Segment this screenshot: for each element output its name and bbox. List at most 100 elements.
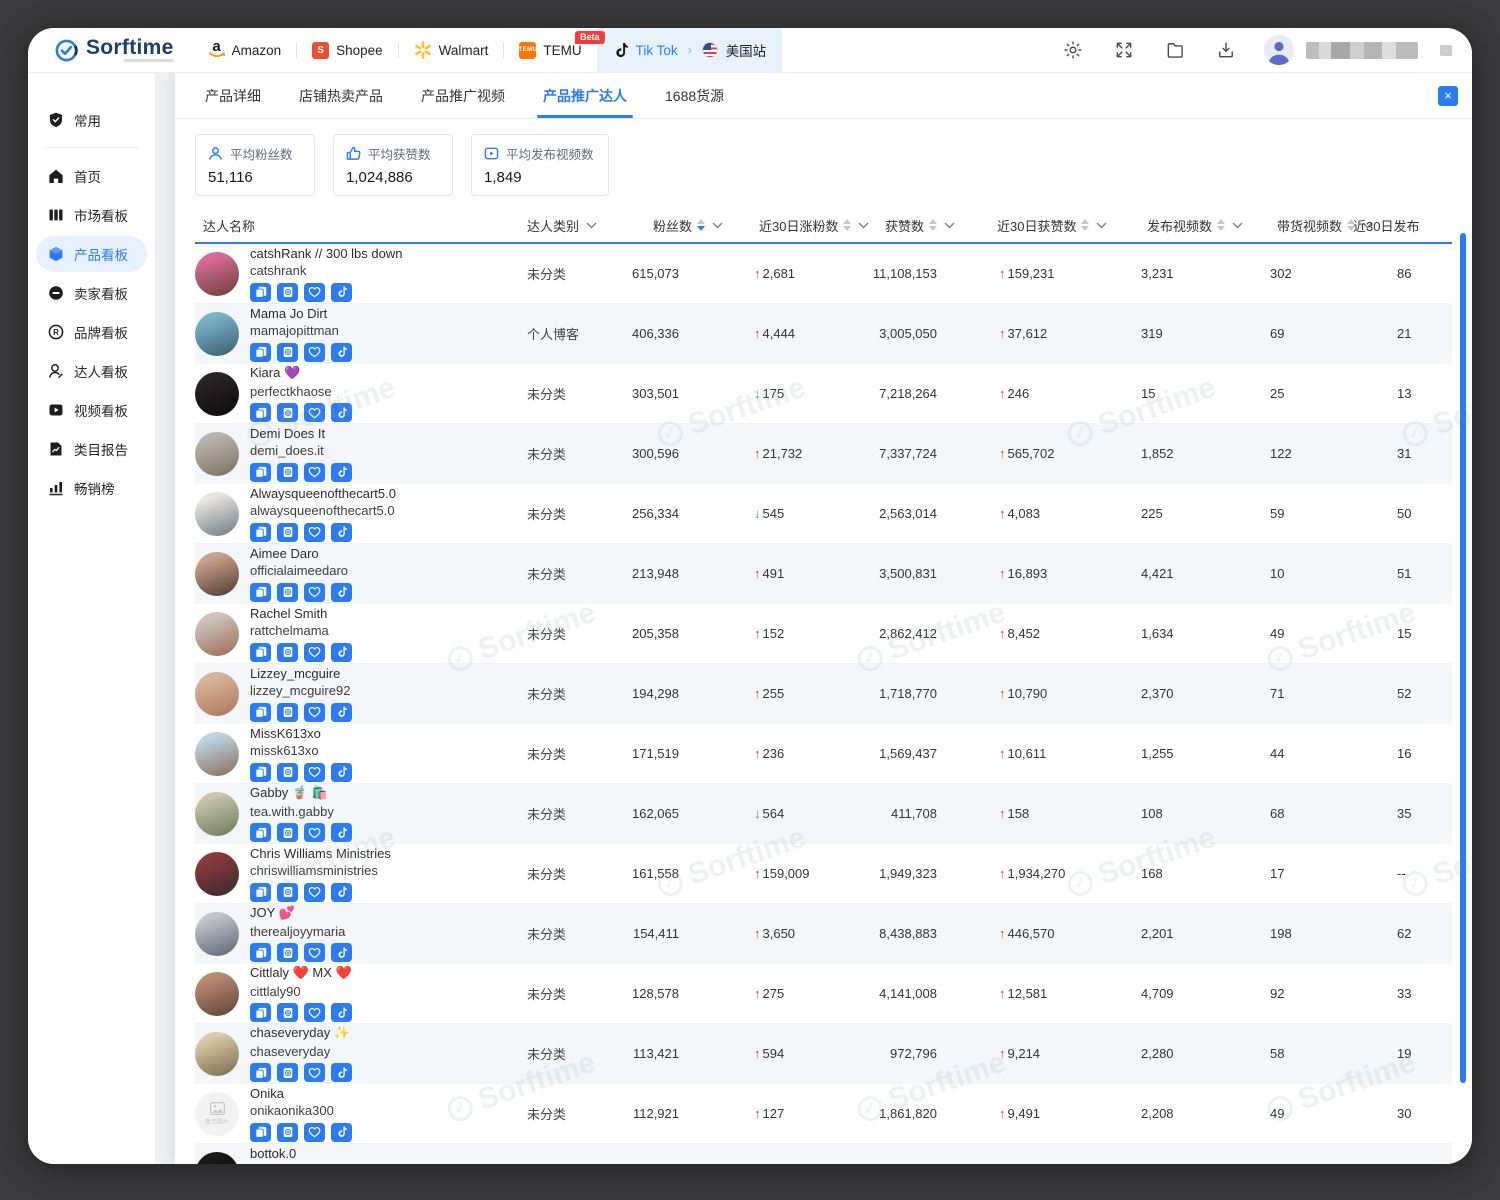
duplicate-icon[interactable] [277,643,298,662]
table-row[interactable]: catshRank // 300 lbs down catshrank 未分类 … [195,244,1452,304]
tab-promo-influencers[interactable]: 产品推广达人 [543,73,627,118]
table-row[interactable]: MissK613xo missk613xo 未分类 171,519 ↑236 1… [195,724,1452,784]
avatar[interactable] [195,972,239,1016]
influencer-handle[interactable]: cittlaly90 [250,984,352,999]
favorite-heart-icon[interactable] [304,463,325,482]
favorite-heart-icon[interactable] [304,523,325,542]
favorite-heart-icon[interactable] [304,943,325,962]
sidebar-item-bestsellers[interactable]: 畅销榜 [36,470,147,506]
fullscreen-icon[interactable] [1114,40,1134,60]
tiktok-link-icon[interactable] [331,883,352,902]
tiktok-link-icon[interactable] [331,763,352,782]
nav-amazon[interactable]: a Amazon [194,28,297,72]
favorite-heart-icon[interactable] [304,883,325,902]
influencer-name[interactable]: chaseveryday ✨ [250,1025,352,1041]
copy-icon[interactable] [250,883,271,902]
duplicate-icon[interactable] [277,343,298,362]
table-row[interactable]: Demi Does It demi_does.it 未分类 300,596 ↑2… [195,424,1452,484]
table-row[interactable]: Lizzey_mcguire lizzey_mcguire92 未分类 194,… [195,664,1452,724]
influencer-name[interactable]: Cittlaly ❤️ MX ❤️ [250,965,352,981]
avatar[interactable] [195,852,239,896]
influencer-handle[interactable]: lizzey_mcguire92 [250,683,352,698]
influencer-name[interactable]: Aimee Daro [250,546,352,561]
influencer-handle[interactable]: alwaysqueenofthecart5.0 [250,503,396,518]
favorite-heart-icon[interactable] [304,643,325,662]
col-published-videos[interactable]: 发布视频数 [1135,216,1255,235]
influencer-name[interactable]: Chris Williams Ministries [250,846,391,861]
nav-temu[interactable]: TEMU TEMU Beta [504,28,596,72]
avatar[interactable] [195,912,239,956]
table-row[interactable]: Alwaysqueenofthecart5.0 alwaysqueenofthe… [195,484,1452,544]
influencer-name[interactable]: Alwaysqueenofthecart5.0 [250,486,396,501]
favorite-heart-icon[interactable] [304,583,325,602]
avatar[interactable] [195,672,239,716]
tiktok-link-icon[interactable] [331,583,352,602]
copy-icon[interactable] [250,1063,271,1082]
avatar[interactable] [195,252,239,296]
favorite-heart-icon[interactable] [304,703,325,722]
tiktok-link-icon[interactable] [331,403,352,422]
sidebar-item-home[interactable]: 首页 [36,158,147,194]
favorite-heart-icon[interactable] [304,403,325,422]
sorftime-logo[interactable]: Sorftime [54,38,174,63]
favorite-heart-icon[interactable] [304,343,325,362]
username-censored[interactable] [1306,42,1418,59]
duplicate-icon[interactable] [277,1003,298,1022]
favorite-heart-icon[interactable] [304,1003,325,1022]
duplicate-icon[interactable] [277,883,298,902]
influencer-handle[interactable]: missk613xo [250,743,352,758]
user-menu[interactable] [1264,35,1472,65]
influencer-handle[interactable]: perfectkhaose [250,384,352,399]
copy-icon[interactable] [250,1003,271,1022]
duplicate-icon[interactable] [277,943,298,962]
influencer-handle[interactable]: tea.with.gabby [250,804,352,819]
influencer-name[interactable]: Mama Jo Dirt [250,306,352,321]
col-cart-videos[interactable]: 带货视频数 [1255,216,1345,235]
col-published-30d[interactable]: 近30日发布 [1345,216,1452,235]
sidebar-item-influencer[interactable]: 达人看板 [36,353,147,389]
sidebar-item-market[interactable]: 市场看板 [36,197,147,233]
influencer-handle[interactable]: catshrank [250,263,402,278]
sidebar-item-common[interactable]: 常用 [36,102,147,138]
favorite-heart-icon[interactable] [304,823,325,842]
col-likes[interactable]: 获赞数 [855,216,985,235]
col-likes-growth-30d[interactable]: 近30日获赞数 [985,216,1135,235]
avatar[interactable] [195,492,239,536]
influencer-name[interactable]: Lizzey_mcguire [250,666,352,681]
avatar[interactable] [195,312,239,356]
duplicate-icon[interactable] [277,403,298,422]
influencer-name[interactable]: JOY 💕 [250,905,352,921]
influencer-handle[interactable]: therealjoyymaria [250,924,352,939]
copy-icon[interactable] [250,403,271,422]
avatar[interactable] [195,552,239,596]
copy-icon[interactable] [250,763,271,782]
settings-icon[interactable] [1063,40,1083,60]
sidebar-item-brand[interactable]: R 品牌看板 [36,314,147,350]
tiktok-link-icon[interactable] [331,463,352,482]
copy-icon[interactable] [250,643,271,662]
tiktok-link-icon[interactable] [331,343,352,362]
influencer-name[interactable]: MissK613xo [250,726,352,741]
influencer-handle[interactable]: onikaonika300 [250,1103,352,1118]
favorite-heart-icon[interactable] [304,283,325,302]
tab-product-detail[interactable]: 产品详细 [205,73,261,118]
download-icon[interactable] [1216,40,1236,60]
tiktok-link-icon[interactable] [331,523,352,542]
close-icon[interactable]: × [1438,86,1458,106]
table-row[interactable]: Aimee Daro officialaimeedaro 未分类 213,948… [195,544,1452,604]
duplicate-icon[interactable] [277,1123,298,1142]
influencer-name[interactable]: catshRank // 300 lbs down [250,246,402,261]
influencer-handle[interactable]: officialaimeedaro [250,563,352,578]
copy-icon[interactable] [250,703,271,722]
tiktok-link-icon[interactable] [331,943,352,962]
table-row[interactable]: Mama Jo Dirt mamajopittman 个人博客 406,336 … [195,304,1452,364]
duplicate-icon[interactable] [277,763,298,782]
tiktok-link-icon[interactable] [331,1063,352,1082]
user-avatar[interactable] [1264,35,1294,65]
sidebar-item-seller[interactable]: 卖家看板 [36,275,147,311]
table-row[interactable]: chaseveryday ✨ chaseveryday 未分类 113,421 … [195,1024,1452,1084]
table-row[interactable]: Chris Williams Ministries chriswilliamsm… [195,844,1452,904]
avatar[interactable] [195,612,239,656]
tiktok-link-icon[interactable] [331,643,352,662]
tab-promo-videos[interactable]: 产品推广视频 [421,73,505,118]
